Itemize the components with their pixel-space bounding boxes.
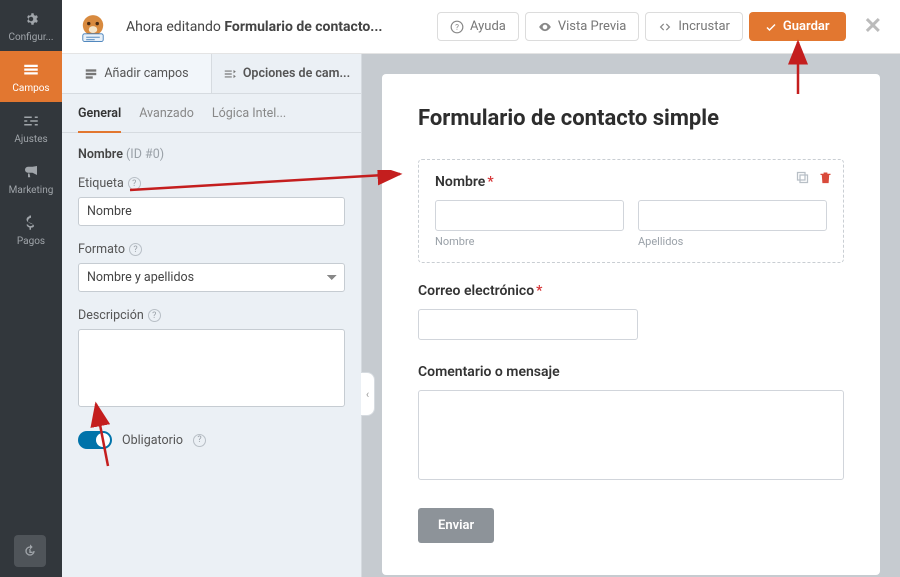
editing-label: Ahora editando Formulario de contacto... — [126, 19, 427, 35]
subtab-logic[interactable]: Lógica Intel... — [212, 106, 286, 132]
nav-fields-label: Campos — [12, 83, 49, 94]
tab-add-fields[interactable]: Añadir campos — [62, 54, 212, 93]
top-bar: Ahora editando Formulario de contacto...… — [62, 0, 900, 54]
required-label: Obligatorio — [122, 433, 183, 448]
collapse-panel-button[interactable]: ‹ — [361, 372, 375, 416]
required-toggle[interactable] — [78, 431, 112, 449]
help-icon[interactable]: ? — [128, 177, 141, 190]
eye-icon — [538, 20, 552, 34]
nav-fields[interactable]: Campos — [0, 51, 62, 102]
nav-setup[interactable]: Configur... — [0, 0, 62, 51]
field-email-block[interactable]: Correo electrónico* — [418, 283, 844, 340]
options-icon — [223, 67, 237, 81]
label-formato: Formato? — [78, 242, 345, 257]
label-etiqueta: Etiqueta? — [78, 176, 345, 191]
field-name-block[interactable]: Nombre* Nombre Apellidos — [418, 159, 844, 263]
subtab-general[interactable]: General — [78, 106, 121, 133]
preview-button[interactable]: Vista Previa — [525, 12, 640, 41]
format-select[interactable]: Nombre y apellidos — [78, 263, 345, 292]
last-name-input[interactable] — [638, 200, 827, 231]
app-logo — [70, 8, 116, 46]
preview-area: ‹ Formulario de contacto simple Nombre* … — [362, 54, 900, 577]
duplicate-icon[interactable] — [795, 170, 810, 185]
form-name[interactable]: Formulario de contacto... — [224, 19, 382, 35]
svg-text:?: ? — [455, 21, 459, 31]
help-icon: ? — [450, 20, 464, 34]
embed-icon — [658, 20, 672, 34]
add-field-icon — [84, 67, 98, 81]
label-input[interactable] — [78, 197, 345, 226]
nav-setup-label: Configur... — [8, 32, 53, 43]
message-input[interactable] — [418, 390, 844, 480]
submit-button[interactable]: Enviar — [418, 508, 494, 543]
subtab-advanced[interactable]: Avanzado — [139, 106, 194, 132]
first-name-input[interactable] — [435, 200, 624, 231]
message-field-label: Comentario o mensaje — [418, 364, 844, 380]
close-button[interactable]: ✕ — [864, 14, 882, 39]
history-icon — [22, 543, 38, 559]
gear-icon — [22, 10, 40, 28]
description-input[interactable] — [78, 329, 345, 407]
field-heading: Nombre (ID #0) — [78, 147, 345, 162]
fields-icon — [22, 61, 40, 79]
first-name-sublabel: Nombre — [435, 235, 624, 248]
save-button[interactable]: Guardar — [749, 12, 846, 41]
bullhorn-icon — [22, 163, 40, 181]
name-field-label: Nombre* — [435, 174, 827, 190]
last-name-sublabel: Apellidos — [638, 235, 827, 248]
side-nav: Configur... Campos Ajustes Marketing Pag… — [0, 0, 62, 577]
help-icon[interactable]: ? — [129, 243, 142, 256]
help-icon[interactable]: ? — [148, 309, 161, 322]
email-input[interactable] — [418, 309, 638, 340]
nav-payments-label: Pagos — [17, 236, 45, 247]
help-icon[interactable]: ? — [193, 434, 206, 447]
sliders-icon — [22, 112, 40, 130]
delete-icon[interactable] — [818, 170, 833, 185]
nav-settings[interactable]: Ajustes — [0, 102, 62, 153]
nav-settings-label: Ajustes — [14, 134, 47, 145]
options-panel: Añadir campos Opciones de cam... General… — [62, 54, 362, 577]
help-button[interactable]: ? Ayuda — [437, 12, 519, 41]
nav-marketing-label: Marketing — [9, 185, 54, 196]
field-message-block[interactable]: Comentario o mensaje — [418, 364, 844, 484]
revert-button[interactable] — [14, 535, 46, 567]
check-icon — [765, 21, 777, 33]
tab-field-options[interactable]: Opciones de cam... — [212, 54, 361, 93]
embed-button[interactable]: Incrustar — [645, 12, 743, 41]
nav-marketing[interactable]: Marketing — [0, 153, 62, 204]
nav-payments[interactable]: Pagos — [0, 204, 62, 255]
email-field-label: Correo electrónico* — [418, 283, 844, 299]
form-title: Formulario de contacto simple — [418, 106, 844, 131]
dollar-icon — [22, 214, 40, 232]
label-descripcion: Descripción? — [78, 308, 345, 323]
